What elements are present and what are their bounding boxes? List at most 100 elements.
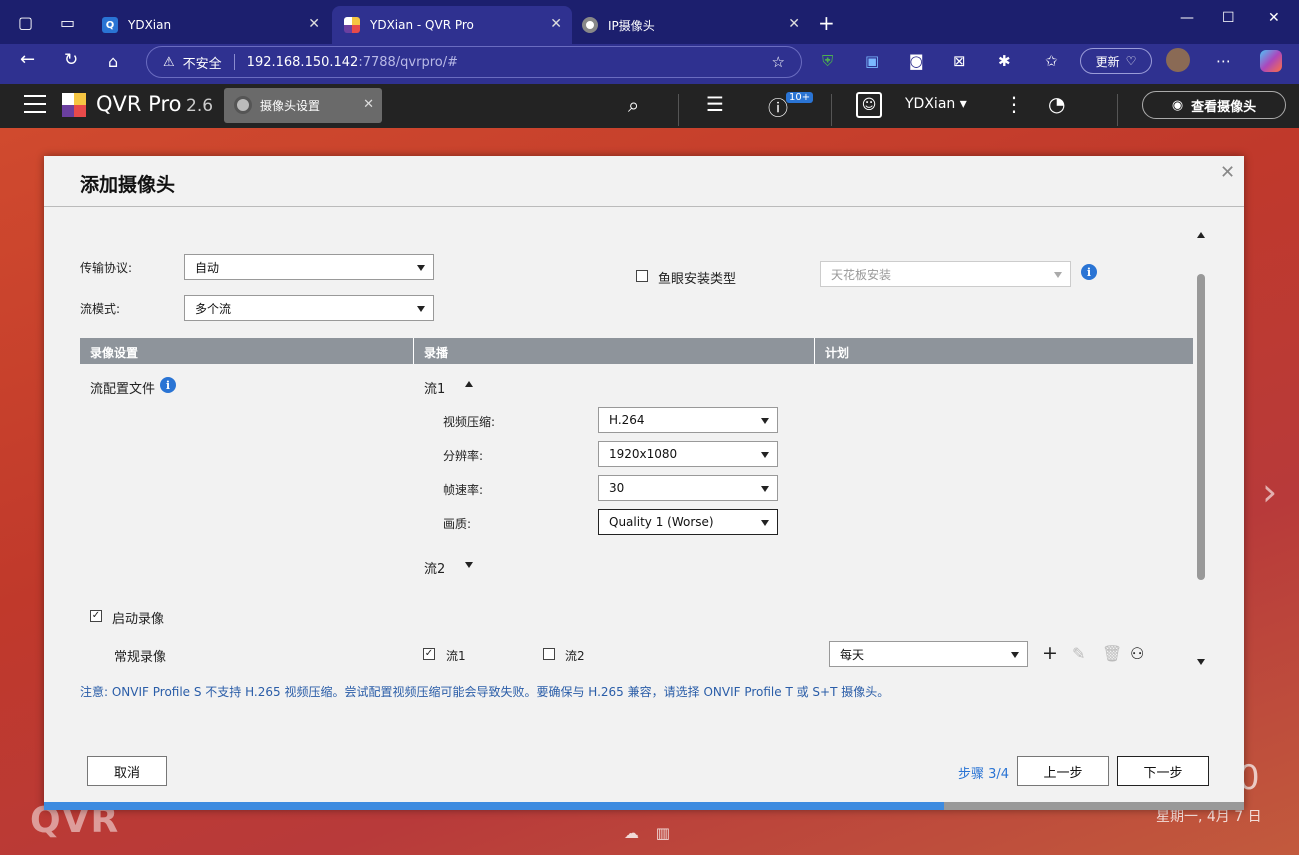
stream-mode-label: 流模式: (80, 302, 121, 316)
new-tab-icon[interactable]: + (818, 11, 835, 35)
tab-title: YDXian - QVR Pro (370, 18, 474, 32)
fisheye-mount-select[interactable]: 天花板安装 (820, 261, 1071, 287)
stream-profile-label: 流配置文件 (90, 382, 156, 397)
url-path: :7788/qvrpro/# (358, 54, 458, 70)
regular-recording-label: 常规录像 (114, 650, 167, 665)
notifications-info-icon[interactable]: ⓘ (768, 92, 788, 121)
video-codec-select[interactable]: H.264 (598, 407, 778, 433)
close-window-icon[interactable]: ✕ (1268, 10, 1280, 26)
view-cameras-label: 查看摄像头 (1191, 99, 1257, 115)
copilot-icon[interactable] (1260, 50, 1282, 72)
expand-icon[interactable] (465, 562, 473, 568)
view-cameras-button[interactable]: ◉ 查看摄像头 (1142, 91, 1286, 119)
resolution-select[interactable]: 1920x1080 (598, 441, 778, 467)
shield-extension-icon[interactable]: ⛨ (822, 52, 833, 70)
tab-ip-camera[interactable]: IP摄像头 ✕ (570, 6, 810, 44)
step-indicator: 步骤 3/4 (958, 767, 1010, 782)
cancel-button[interactable]: 取消 (87, 756, 167, 786)
tab-title: YDXian (128, 18, 172, 32)
user-icon[interactable]: ☺ (856, 92, 882, 118)
extensions-icon[interactable]: ✱ (998, 52, 1011, 70)
warning-icon: ⚠ (163, 54, 175, 70)
next-arrow-icon[interactable]: › (1262, 470, 1277, 514)
stream2-label[interactable]: 流2 (424, 558, 445, 577)
header-recording-settings: 录像设置 (90, 346, 139, 360)
add-icon[interactable]: + (1042, 642, 1058, 664)
scroll-up-icon[interactable] (1197, 232, 1205, 238)
url-field[interactable]: ⚠ 不安全 192.168.150.142 :7788/qvrpro/# ☆ (146, 46, 802, 78)
tab-qvr-pro[interactable]: YDXian - QVR Pro ✕ (332, 6, 572, 44)
update-label: 更新 (1095, 54, 1120, 69)
previous-button[interactable]: 上一步 (1017, 756, 1109, 786)
scrollbar-thumb[interactable] (1197, 274, 1205, 580)
video-codec-label: 视频压缩: (443, 415, 496, 429)
back-icon[interactable]: ← (20, 49, 35, 70)
vr-extension-icon[interactable]: ◙ (909, 52, 924, 70)
minimize-icon[interactable]: — (1180, 10, 1194, 26)
rec-stream1-checkbox[interactable]: ✓ (423, 648, 435, 660)
progress-bar-fill (44, 802, 944, 810)
edit-icon: ✎ (1072, 644, 1086, 663)
close-tab-icon[interactable]: ✕ (363, 97, 374, 112)
info-icon[interactable]: i (160, 377, 176, 393)
enable-recording-checkbox[interactable]: ✓ (90, 610, 102, 622)
cancel-label: 取消 (113, 765, 140, 781)
insecure-label: 不安全 (182, 56, 222, 72)
video-codec-value: H.264 (609, 413, 645, 427)
favorite-star-icon[interactable]: ☆ (772, 53, 785, 71)
schedule-select[interactable]: 每天 (829, 641, 1028, 667)
rec-stream2-label: 流2 (565, 649, 585, 663)
grid-extension-icon[interactable]: ⊠ (953, 52, 966, 70)
preview-glasses-icon[interactable]: ⚇ (1130, 644, 1144, 663)
stream-mode-select[interactable]: 多个流 (184, 295, 434, 321)
fps-select[interactable]: 30 (598, 475, 778, 501)
favorites-icon[interactable]: ✩ (1045, 52, 1058, 70)
reader-extension-icon[interactable]: ▣ (865, 52, 879, 70)
tab-actions-icon[interactable]: ▭ (60, 13, 75, 32)
dialog-title: 添加摄像头 (80, 174, 176, 196)
more-menu-icon[interactable]: ⋯ (1216, 52, 1231, 70)
book-icon[interactable]: ▥ (656, 824, 670, 842)
refresh-icon[interactable]: ↻ (64, 50, 78, 70)
event-log-icon[interactable]: ☰ (706, 92, 724, 116)
heart-icon: ♡ (1125, 54, 1137, 68)
camera-favicon-icon (582, 17, 598, 33)
user-menu[interactable]: YDXian ▾ (905, 96, 967, 112)
camera-settings-icon (234, 96, 252, 114)
table-header (80, 338, 1193, 364)
stream1-label[interactable]: 流1 (424, 378, 445, 397)
fisheye-checkbox[interactable] (636, 270, 648, 282)
cloud-icon[interactable]: ☁ (624, 824, 639, 842)
more-options-icon[interactable]: ⋮ (1004, 92, 1024, 116)
update-button[interactable]: 更新 ♡ (1080, 48, 1152, 74)
protocol-select[interactable]: 自动 (184, 254, 434, 280)
qvr-favicon-icon (344, 17, 360, 33)
scroll-down-icon[interactable] (1197, 659, 1205, 665)
camera-settings-tab-label: 摄像头设置 (260, 99, 321, 113)
close-tab-icon[interactable]: ✕ (788, 16, 800, 32)
camera-icon: ◉ (1171, 97, 1184, 113)
close-icon[interactable]: ✕ (1220, 162, 1235, 183)
profile-avatar[interactable] (1166, 48, 1190, 72)
workspaces-icon[interactable]: ▢ (18, 13, 33, 32)
next-label: 下一步 (1143, 765, 1183, 781)
quality-select[interactable]: Quality 1 (Worse) (598, 509, 778, 535)
camera-settings-tab[interactable]: 摄像头设置 ✕ (224, 88, 382, 123)
dashboard-gauge-icon[interactable]: ◔ (1048, 92, 1065, 116)
info-icon[interactable]: i (1081, 264, 1097, 280)
qnap-favicon-icon: Q (102, 17, 118, 33)
compatibility-note: 注意: ONVIF Profile S 不支持 H.265 视频压缩。尝试配置视… (80, 685, 890, 699)
home-icon[interactable]: ⌂ (108, 52, 118, 71)
tab-ydxian[interactable]: Q YDXian ✕ (90, 6, 330, 44)
close-tab-icon[interactable]: ✕ (308, 16, 320, 32)
stream-mode-value: 多个流 (195, 301, 232, 316)
hamburger-menu-icon[interactable] (24, 95, 46, 113)
enable-recording-label: 启动录像 (112, 612, 165, 627)
maximize-icon[interactable]: ☐ (1222, 10, 1235, 26)
rec-stream2-checkbox[interactable] (543, 648, 555, 660)
search-icon[interactable]: ⌕ (628, 93, 639, 117)
next-button[interactable]: 下一步 (1117, 756, 1209, 786)
rec-stream1-label: 流1 (446, 649, 466, 663)
close-tab-icon[interactable]: ✕ (550, 16, 562, 32)
collapse-icon[interactable] (465, 381, 473, 387)
